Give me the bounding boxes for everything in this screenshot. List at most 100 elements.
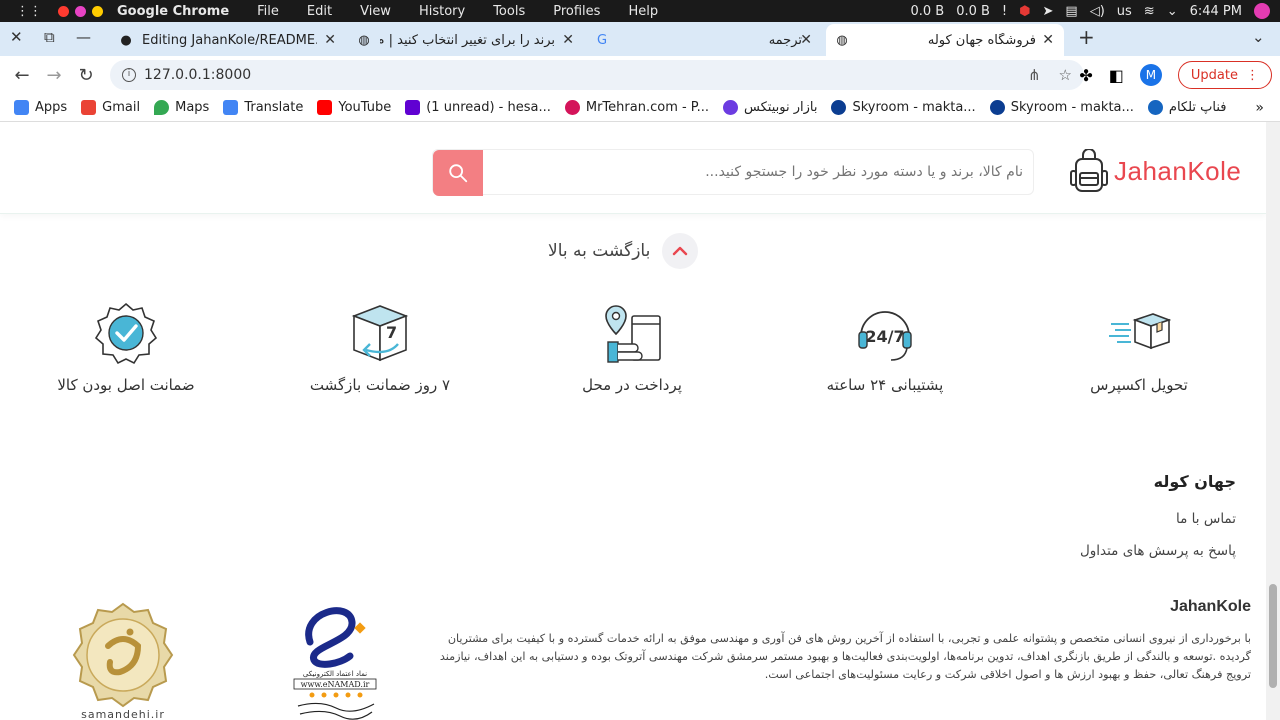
bookmark-label: فناپ تلکام: [1168, 100, 1227, 115]
close-icon[interactable]: ✕: [324, 32, 336, 48]
bookmark-youtube[interactable]: YouTube: [317, 100, 391, 115]
tab-title: فروشگاه جهان کوله: [927, 32, 1036, 48]
samandehi-badge[interactable]: samandehi.ir: [68, 602, 178, 720]
bookmark-star-icon[interactable]: ☆: [1059, 66, 1072, 84]
menu-help[interactable]: Help: [628, 4, 658, 19]
feature-7-day-return: 7 ۷ روز ضمانت بازگشت: [280, 302, 480, 394]
side-panel-icon[interactable]: ◧: [1109, 66, 1124, 85]
chevron-up-icon[interactable]: [662, 233, 699, 269]
site-logo[interactable]: JahanKole: [1070, 149, 1241, 193]
bookmark-label: YouTube: [338, 100, 392, 115]
keyboard-layout[interactable]: us: [1117, 4, 1132, 19]
footer-link-contact[interactable]: تماس با ما: [1080, 511, 1236, 527]
feature-express-delivery: تحویل اکسپرس: [1039, 302, 1239, 394]
new-tab-icon[interactable]: +: [1078, 25, 1095, 49]
tab-github-readme[interactable]: ● Editing JahanKole/README.m ✕: [110, 24, 346, 56]
reload-icon[interactable]: ↻: [70, 65, 102, 86]
bookmark-gmail[interactable]: Gmail: [81, 100, 140, 115]
chevron-down-icon[interactable]: ⌄: [1167, 4, 1178, 19]
clipboard-icon[interactable]: ▤: [1065, 4, 1077, 19]
more-bookmarks-icon[interactable]: »: [1255, 100, 1264, 116]
tab-search-icon[interactable]: ⧉: [44, 28, 55, 46]
tab-brand-select[interactable]: ◍ برند را برای تغییر انتخاب کنید | م ✕: [348, 24, 584, 56]
wifi-icon[interactable]: ≋: [1144, 4, 1155, 19]
forward-arrow-icon[interactable]: →: [38, 65, 70, 86]
extensions-icon[interactable]: ✤: [1079, 66, 1092, 85]
shield-icon[interactable]: ⬢: [1019, 4, 1030, 19]
support-24-7-icon: 24/7: [858, 311, 912, 361]
share-icon[interactable]: ⋔: [1028, 66, 1041, 84]
os-top-bar: ⋮⋮ Google Chrome File Edit View History …: [0, 0, 1280, 22]
fanap-icon: [1147, 100, 1163, 115]
clock[interactable]: 6:44 PM: [1190, 4, 1242, 19]
menu-view[interactable]: View: [360, 4, 391, 19]
close-icon[interactable]: ✕: [1042, 32, 1054, 48]
page-scrollbar[interactable]: [1266, 122, 1280, 720]
window-controls: [58, 5, 103, 17]
back-arrow-icon[interactable]: ←: [6, 65, 38, 86]
globe-icon: ◍: [836, 32, 848, 48]
scrollbar-thumb[interactable]: [1269, 584, 1277, 688]
minimize-window-dot[interactable]: [75, 5, 86, 17]
about-section: JahanKole با برخورداری از نیروی انسانی م…: [421, 598, 1251, 684]
globe-icon: ◍: [358, 32, 370, 48]
maximize-window-dot[interactable]: [92, 5, 103, 17]
svg-text:7: 7: [386, 323, 397, 342]
close-icon[interactable]: ✕: [10, 28, 23, 46]
close-icon[interactable]: ✕: [562, 32, 574, 48]
app-menu: File Edit View History Tools Profiles He…: [257, 4, 658, 19]
back-to-top[interactable]: بازگشت به بالا: [548, 233, 699, 269]
skyroom-icon: [831, 100, 847, 115]
svg-text:24/7: 24/7: [865, 327, 904, 346]
address-bar[interactable]: i 127.0.0.1:8000 ⋔ ☆: [110, 60, 1084, 90]
chevron-down-icon[interactable]: ⌄: [1252, 28, 1265, 46]
enamad-badge[interactable]: نماد اعتماد الکترونیکی www.eNAMAD.ir: [290, 602, 380, 720]
system-tray: 0.0 B 0.0 B ! ⬢ ➤ ▤ ◁) us ≋ ⌄ 6:44 PM: [910, 0, 1270, 22]
search-input[interactable]: [483, 150, 1033, 194]
alert-icon[interactable]: !: [1002, 4, 1007, 19]
enamad-logo-icon: نماد اعتماد الکترونیکی www.eNAMAD.ir: [293, 607, 377, 720]
app-grid-icon[interactable]: ⋮⋮: [16, 4, 42, 19]
bookmark-fanap[interactable]: فناپ تلکام: [1147, 100, 1227, 115]
cash-on-delivery-icon: [605, 305, 661, 363]
search-bar: [432, 149, 1034, 196]
user-avatar[interactable]: [1254, 3, 1270, 19]
mail-icon: [405, 100, 421, 115]
menu-profiles[interactable]: Profiles: [553, 4, 600, 19]
site-info-icon[interactable]: i: [122, 68, 136, 82]
back-to-top-label: بازگشت به بالا: [548, 241, 651, 261]
tab-translate[interactable]: G ترجمه ✕: [586, 24, 822, 56]
menu-file[interactable]: File: [257, 4, 279, 19]
bookmark-mrtehran[interactable]: MrTehran.com - P...: [564, 100, 709, 115]
bookmark-translate[interactable]: Translate: [223, 100, 303, 115]
tab-jahankole-store[interactable]: ◍ فروشگاه جهان کوله ✕: [826, 24, 1064, 56]
footer-link-faq[interactable]: پاسخ به پرسش های متداول: [1080, 543, 1236, 559]
profile-avatar[interactable]: M: [1139, 64, 1162, 86]
bookmark-yahoo-mail[interactable]: (1 unread) - hesa...: [405, 100, 551, 115]
bookmark-label: Maps: [175, 100, 210, 115]
bookmark-skyroom-1[interactable]: Skyroom - makta...: [831, 100, 976, 115]
telegram-icon[interactable]: ➤: [1043, 4, 1054, 19]
translate-icon: [223, 100, 239, 115]
menu-tools[interactable]: Tools: [493, 4, 525, 19]
bookmark-label: Gmail: [102, 100, 141, 115]
site-header: JahanKole: [0, 122, 1266, 214]
bookmark-nobitex[interactable]: بازار نوبیتکس: [723, 100, 817, 115]
bookmark-maps[interactable]: Maps: [154, 100, 209, 115]
update-button[interactable]: Update ⋮: [1177, 61, 1272, 89]
volume-icon[interactable]: ◁): [1090, 4, 1105, 19]
express-delivery-icon: [1109, 313, 1171, 350]
minimize-icon[interactable]: —: [76, 28, 91, 46]
tab-bar: ✕ ⧉ — ● Editing JahanKole/README.m ✕ ◍ ب…: [0, 22, 1280, 56]
search-button[interactable]: [433, 150, 483, 196]
url-text[interactable]: 127.0.0.1:8000: [144, 67, 251, 83]
close-icon[interactable]: ✕: [800, 32, 812, 48]
feature-label: ۷ روز ضمانت بازگشت: [309, 376, 451, 394]
bookmark-label: Apps: [35, 100, 68, 115]
menu-history[interactable]: History: [419, 4, 465, 19]
menu-edit[interactable]: Edit: [307, 4, 332, 19]
feature-label: تحویل اکسپرس: [1090, 376, 1188, 394]
bookmark-apps[interactable]: Apps: [14, 100, 67, 115]
bookmark-skyroom-2[interactable]: Skyroom - makta...: [989, 100, 1134, 115]
close-window-dot[interactable]: [58, 5, 69, 17]
